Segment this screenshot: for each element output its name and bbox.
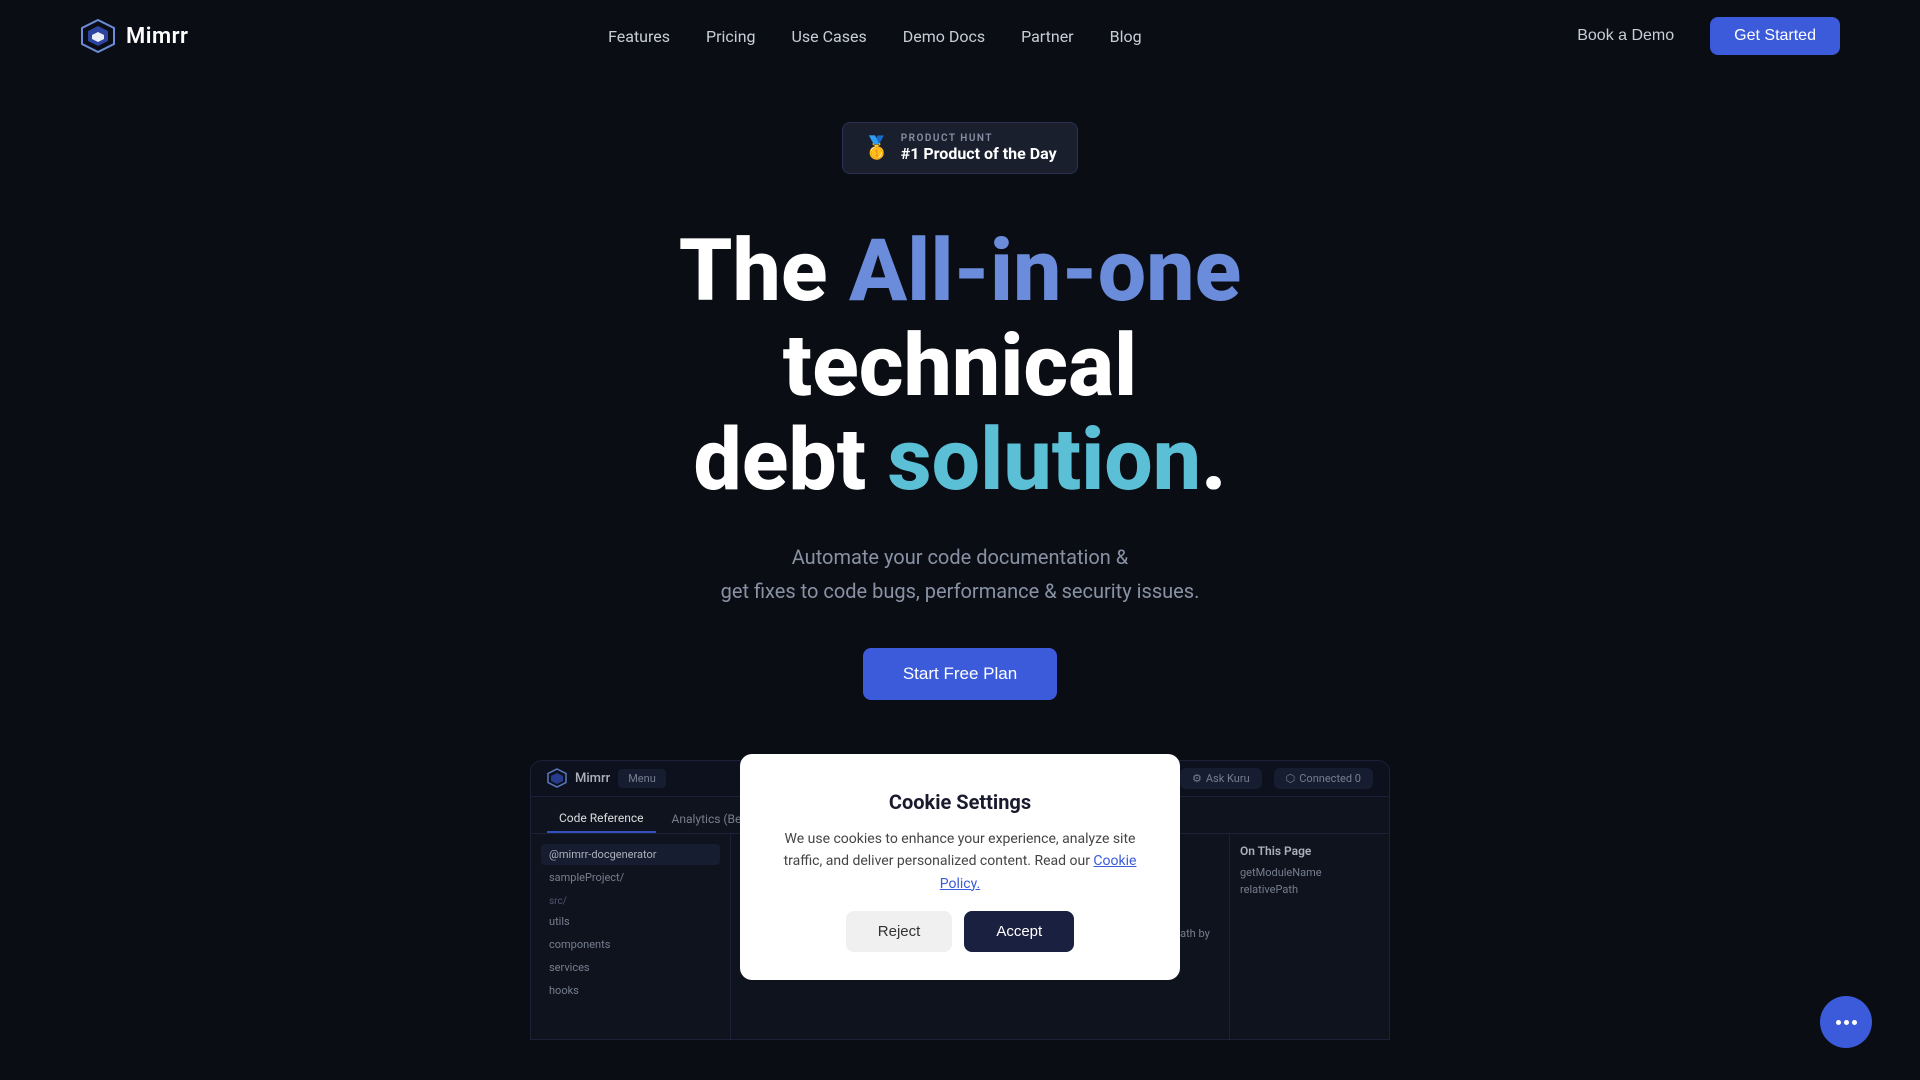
badge-label: PRODUCT HUNT (901, 133, 1057, 144)
start-free-plan-button[interactable]: Start Free Plan (863, 648, 1057, 700)
cookie-title: Cookie Settings (772, 790, 1148, 814)
dash-sidebar-components[interactable]: components (541, 934, 720, 955)
hero-subtitle-line2: get fixes to code bugs, performance & se… (721, 579, 1200, 603)
tab-code-reference[interactable]: Code Reference (547, 805, 656, 833)
cookie-reject-button[interactable]: Reject (846, 911, 953, 952)
dash-logo-text: Mimrr (575, 771, 610, 786)
nav-actions: Book a Demo Get Started (1561, 17, 1840, 55)
dash-connected-btn[interactable]: ⬡ Connected 0 (1274, 768, 1373, 789)
hero-title-highlight1: All-in-one (849, 220, 1241, 321)
cookie-buttons: Reject Accept (772, 911, 1148, 952)
hero-title: The All-in-one technical debt solution. (510, 224, 1410, 508)
badge-text: PRODUCT HUNT #1 Product of the Day (901, 133, 1057, 163)
hero-title-highlight2: solution (888, 409, 1202, 510)
dash-menu-pill[interactable]: Menu (618, 769, 666, 788)
dash-ask-kuru-btn[interactable]: ⚙ Ask Kuru (1180, 768, 1262, 789)
chat-dot-1 (1836, 1020, 1841, 1025)
nav-demo-docs[interactable]: Demo Docs (903, 27, 985, 46)
chat-dot-2 (1844, 1020, 1849, 1025)
dash-on-page-item-2[interactable]: relativePath (1240, 883, 1379, 896)
dash-sidebar-org[interactable]: @mimrr-docgenerator (541, 844, 720, 865)
badge-icon: 🥇 (863, 136, 890, 161)
logo-text: Mimrr (126, 24, 188, 49)
nav-pricing[interactable]: Pricing (706, 27, 756, 46)
dash-sidebar-utils[interactable]: utils (541, 911, 720, 932)
navbar: Mimrr Features Pricing Use Cases Demo Do… (0, 0, 1920, 72)
dash-sidebar-project[interactable]: sampleProject/ (541, 867, 720, 888)
dash-logo: Mimrr Menu (547, 768, 666, 788)
dash-sidebar-services[interactable]: services (541, 957, 720, 978)
dash-sidebar-hooks[interactable]: hooks (541, 980, 720, 1001)
chat-dot-3 (1852, 1020, 1857, 1025)
book-demo-button[interactable]: Book a Demo (1561, 19, 1690, 53)
nav-links: Features Pricing Use Cases Demo Docs Par… (608, 27, 1141, 46)
chat-support-button[interactable] (1820, 996, 1872, 1048)
dash-on-page-item-1[interactable]: getModuleName (1240, 866, 1379, 879)
dash-sidebar: @mimrr-docgenerator sampleProject/ src/ … (531, 834, 731, 1040)
dash-on-page-title: On This Page (1240, 844, 1379, 858)
nav-blog[interactable]: Blog (1110, 27, 1142, 46)
hero-title-period: . (1201, 409, 1227, 510)
nav-use-cases[interactable]: Use Cases (792, 27, 867, 46)
hero-subtitle-line1: Automate your code documentation & (792, 545, 1129, 569)
dash-sidebar-section: src/ (549, 896, 712, 907)
logo[interactable]: Mimrr (80, 18, 188, 54)
hero-title-part2: technical (783, 315, 1138, 416)
badge-value: #1 Product of the Day (901, 144, 1057, 163)
cookie-text: We use cookies to enhance your experienc… (772, 828, 1148, 895)
product-hunt-badge: 🥇 PRODUCT HUNT #1 Product of the Day (842, 122, 1077, 174)
cookie-modal: Cookie Settings We use cookies to enhanc… (740, 754, 1180, 980)
dash-right-panel: On This Page getModuleName relativePath (1229, 834, 1389, 1040)
nav-partner[interactable]: Partner (1021, 27, 1074, 46)
dash-right-actions: ⚙ Ask Kuru ⬡ Connected 0 (1180, 768, 1373, 789)
chat-dots-icon (1836, 1020, 1857, 1025)
hero-subtitle: Automate your code documentation & get f… (721, 540, 1200, 608)
hero-title-part1: The (679, 220, 849, 321)
cookie-accept-button[interactable]: Accept (964, 911, 1074, 952)
hero-title-part3: debt (693, 409, 887, 510)
dash-logo-icon (547, 768, 567, 788)
nav-features[interactable]: Features (608, 27, 670, 46)
get-started-button[interactable]: Get Started (1710, 17, 1840, 55)
logo-icon (80, 18, 116, 54)
